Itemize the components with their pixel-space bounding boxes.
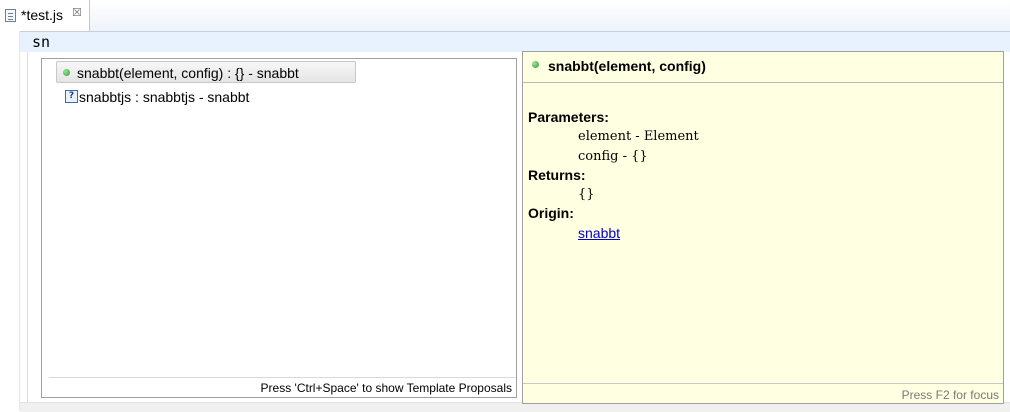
proposal-status-bar: Press 'Ctrl+Space' to show Template Prop…: [49, 377, 516, 397]
param-config: config - {}: [578, 149, 648, 164]
docs-footer: Press F2 for focus: [523, 383, 1003, 403]
public-method-icon: [63, 69, 70, 76]
proposal-item-snabbtjs[interactable]: ? snabbtjs : snabbtjs - snabbt: [57, 86, 249, 108]
js-file-icon: [5, 9, 16, 22]
proposal-list: snabbt(element, config) : {} - snabbt ? …: [49, 59, 516, 377]
documentation-popup: snabbt(element, config) Parameters: elem…: [522, 51, 1004, 404]
param-element: element - Element: [578, 129, 699, 144]
origin-link[interactable]: snabbt: [578, 225, 620, 241]
proposal-label: snabbt(element, config) : {} - snabbt: [77, 65, 299, 81]
public-method-icon: [532, 61, 539, 68]
close-icon[interactable]: ☒: [72, 6, 82, 19]
docs-header: snabbt(element, config): [523, 52, 1003, 83]
tab-test-js[interactable]: *test.js ☒: [0, 0, 90, 31]
code-line[interactable]: sn: [32, 33, 50, 51]
editor-gutter: [0, 31, 20, 411]
unknown-type-icon: ?: [65, 90, 78, 103]
origin-heading: Origin:: [528, 205, 574, 221]
editor-tab-bar: *test.js ☒: [0, 0, 1010, 32]
indent-guide: [27, 52, 28, 402]
proposal-label: snabbtjs : snabbtjs - snabbt: [79, 89, 250, 105]
returns-heading: Returns:: [528, 167, 586, 183]
returns-value: {}: [578, 187, 595, 202]
tab-label: *test.js: [21, 7, 64, 23]
current-line-highlight: [20, 32, 1010, 52]
docs-title: snabbt(element, config): [548, 58, 706, 74]
content-assist-popup: snabbt(element, config) : {} - snabbt ? …: [41, 58, 517, 398]
proposal-item-snabbt-function[interactable]: snabbt(element, config) : {} - snabbt: [56, 61, 356, 83]
parameters-heading: Parameters:: [528, 109, 609, 125]
